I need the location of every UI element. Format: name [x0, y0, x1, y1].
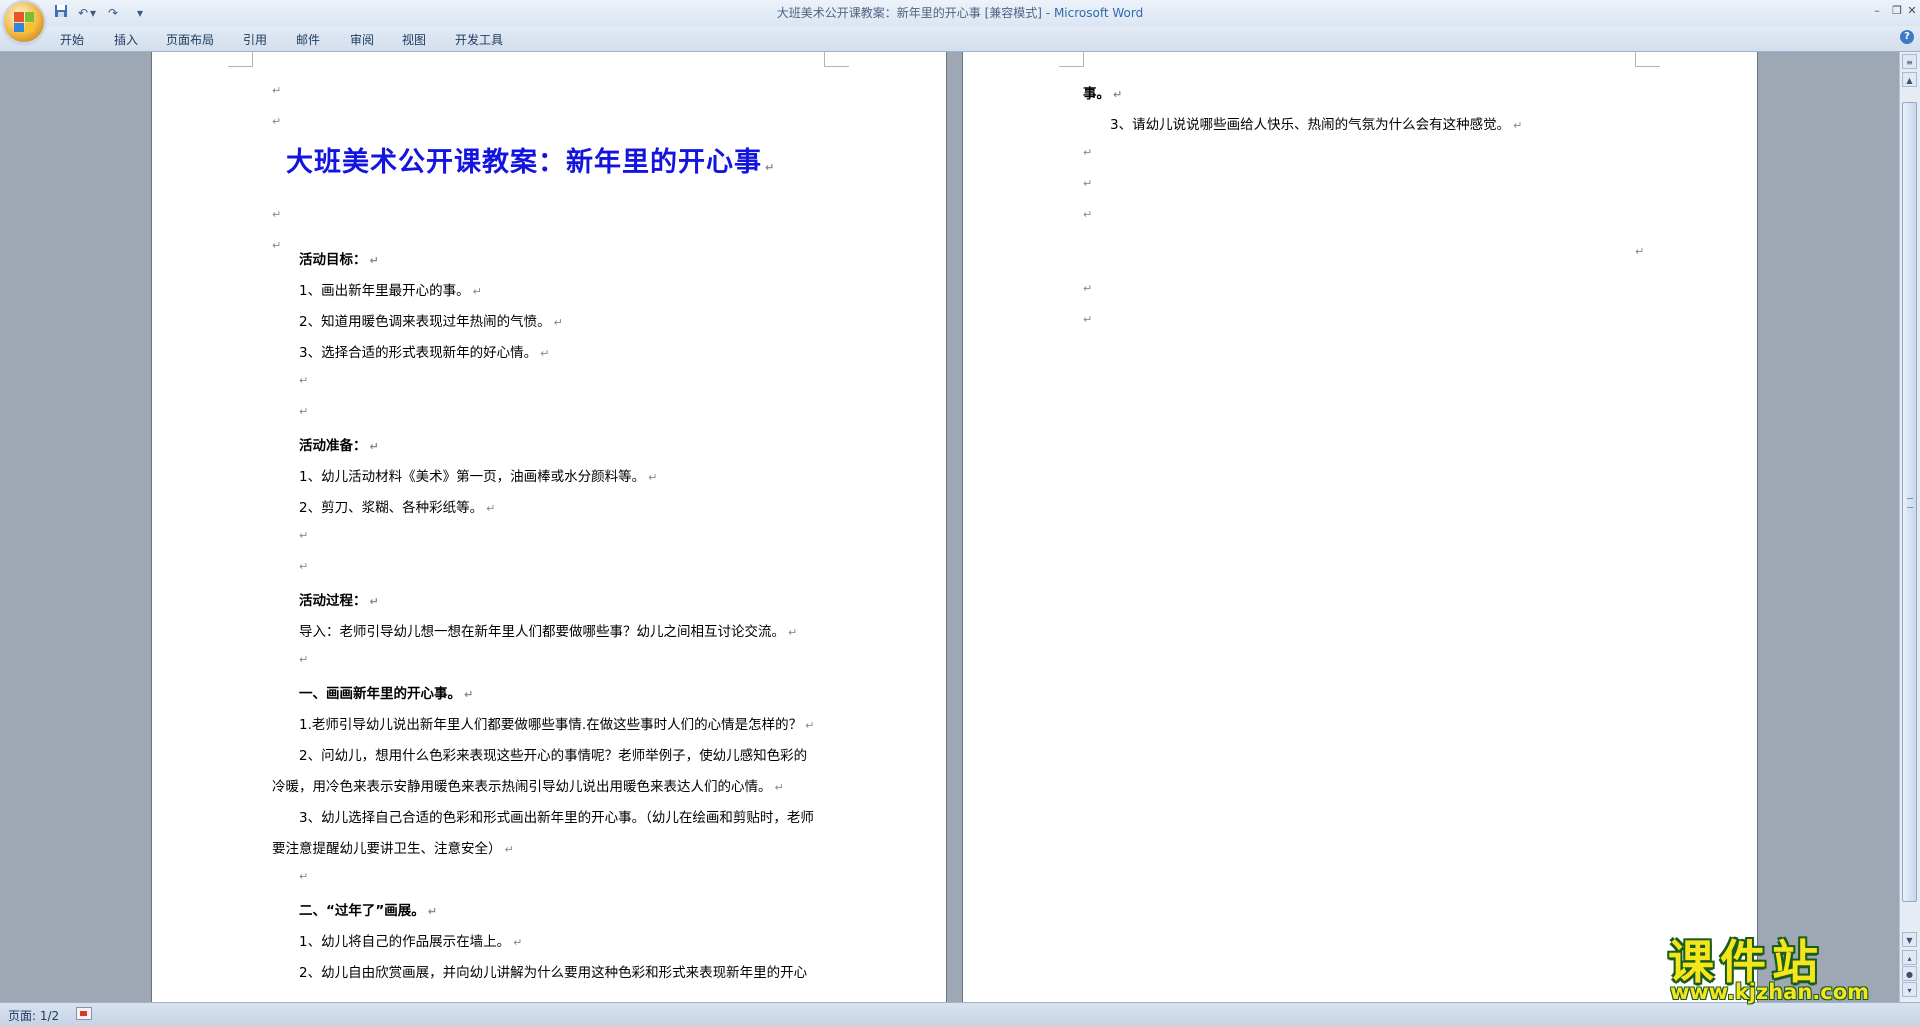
- margin-corner-mark: [824, 52, 849, 67]
- tab-page-layout[interactable]: 页面布局: [166, 31, 214, 48]
- close-icon[interactable]: ✕: [1904, 3, 1920, 19]
- paragraph-mark: ↵: [299, 405, 309, 418]
- paragraph-mark: ↵: [1083, 177, 1093, 190]
- section1-item: 3、幼儿选择自己合适的色彩和形式画出新年里的开心事。（幼儿在绘画和剪贴时，老师: [299, 810, 814, 826]
- ribbon-tab-bar: 开始 插入 页面布局 引用 邮件 审阅 视图 开发工具 ?: [0, 26, 1920, 52]
- tab-view[interactable]: 视图: [402, 31, 426, 48]
- office-logo-icon: [14, 12, 34, 32]
- paragraph-mark: ↵: [272, 84, 282, 97]
- paragraph-mark: ↵: [299, 529, 309, 542]
- paragraph-mark: ↵: [299, 374, 309, 387]
- paragraph-mark: ↵: [1083, 282, 1093, 295]
- goal-heading: 活动目标： ↵: [299, 252, 379, 268]
- paragraph-mark: ↵: [1083, 208, 1093, 221]
- grip-icon: [1907, 498, 1913, 508]
- tab-home[interactable]: 开始: [60, 31, 84, 48]
- paragraph-mark: ↵: [1083, 313, 1093, 326]
- paragraph-mark: ↵: [272, 115, 282, 128]
- goal-item: 1、画出新年里最开心的事。 ↵: [299, 283, 482, 299]
- section1-item: 2、问幼儿，想用什么色彩来表现这些开心的事情呢？老师举例子，使幼儿感知色彩的: [299, 748, 808, 764]
- window-title: 大班美术公开课教案：新年里的开心事 [兼容模式] - Microsoft Wor…: [776, 6, 1144, 20]
- section2-item: 1、幼儿将自己的作品展示在墙上。 ↵: [299, 934, 523, 950]
- continued-text: 事。 ↵: [1083, 86, 1123, 102]
- watermark-logo: 课件站 www.kjzhan.com: [1668, 926, 1898, 1008]
- document-page-1[interactable]: ↵ ↵ 大班美术公开课教案：新年里的开心事 ↵ ↵ ↵ 活动目标： ↵ 1、画出新年…: [152, 52, 946, 1002]
- margin-corner-mark: [228, 52, 253, 67]
- tab-references[interactable]: 引用: [243, 31, 267, 48]
- help-icon[interactable]: ?: [1900, 30, 1914, 44]
- scroll-thumb[interactable]: [1902, 102, 1917, 902]
- paragraph-mark: ↵: [1083, 146, 1093, 159]
- tab-mailings[interactable]: 邮件: [296, 31, 320, 48]
- document-page-2[interactable]: 事。 ↵ 3、请幼儿说说哪些画给人快乐、热闹的气氛为什么会有这种感觉。 ↵ ↵ ↵ …: [963, 52, 1757, 1002]
- tab-developer[interactable]: 开发工具: [455, 31, 503, 48]
- paragraph-mark: ↵: [272, 208, 282, 221]
- office-button[interactable]: [4, 2, 44, 42]
- next-page-icon[interactable]: ▾: [1902, 982, 1917, 997]
- document-area: ↵ ↵ 大班美术公开课教案：新年里的开心事 ↵ ↵ ↵ 活动目标： ↵ 1、画出新年…: [0, 52, 1900, 1002]
- section1-item: 要注意提醒幼儿要讲卫生、注意安全） ↵: [272, 841, 514, 857]
- browse-object-icon[interactable]: ●: [1902, 966, 1917, 981]
- paragraph-mark: ↵: [1635, 245, 1645, 258]
- section1-item: 冷暖，用冷色来表示安静用暖色来表示热闹引导幼儿说出用暖色来表达人们的心情。 ↵: [272, 779, 784, 795]
- document-title: 大班美术公开课教案：新年里的开心事 ↵: [286, 147, 776, 178]
- margin-corner-mark: [1635, 52, 1660, 67]
- prep-item: 2、剪刀、浆糊、各种彩纸等。 ↵: [299, 500, 496, 516]
- vertical-scrollbar[interactable]: ≡ ▲ ▼ ▴ ● ▾: [1899, 52, 1920, 1002]
- section1-heading: 一、画画新年里的开心事。 ↵: [299, 686, 474, 702]
- paragraph-mark: ↵: [299, 560, 309, 573]
- ruler-toggle-icon[interactable]: ≡: [1902, 54, 1917, 69]
- tab-insert[interactable]: 插入: [114, 31, 138, 48]
- title-bar: ↶ ▾ ↷ ▾ 大班美术公开课教案：新年里的开心事 [兼容模式] - Micro…: [0, 0, 1920, 42]
- watermark-url: www.kjzhan.com: [1670, 980, 1870, 1004]
- section2-item: 3、请幼儿说说哪些画给人快乐、热闹的气氛为什么会有这种感觉。 ↵: [1110, 117, 1523, 133]
- goal-item: 3、选择合适的形式表现新年的好心情。 ↵: [299, 345, 550, 361]
- section2-item: 2、幼儿自由欣赏画展，并向幼儿讲解为什么要用这种色彩和形式来表现新年里的开心: [299, 965, 808, 981]
- section2-heading: 二、“过年了”画展。 ↵: [299, 903, 437, 919]
- scroll-down-icon[interactable]: ▼: [1902, 932, 1917, 947]
- previous-page-icon[interactable]: ▴: [1902, 950, 1917, 965]
- page-count[interactable]: 页面: 1/2: [8, 1007, 59, 1024]
- paragraph-mark: ↵: [299, 653, 309, 666]
- tab-review[interactable]: 审阅: [350, 31, 374, 48]
- intro-text: 导入：老师引导幼儿想一想在新年里人们都要做哪些事？幼儿之间相互讨论交流。 ↵: [299, 624, 798, 640]
- proofing-icon[interactable]: [76, 1007, 92, 1020]
- margin-corner-mark: [1059, 52, 1084, 67]
- prep-heading: 活动准备： ↵: [299, 438, 379, 454]
- paragraph-mark: ↵: [299, 870, 309, 883]
- status-bar: 页面: 1/2: [0, 1002, 1920, 1026]
- goal-item: 2、知道用暖色调来表现过年热闹的气愤。 ↵: [299, 314, 563, 330]
- prep-item: 1、幼儿活动材料《美术》第一页，油画棒或水分颜料等。 ↵: [299, 469, 658, 485]
- process-heading: 活动过程： ↵: [299, 593, 379, 609]
- section1-item: 1.老师引导幼儿说出新年里人们都要做哪些事情.在做这些事时人们的心情是怎样的？ ↵: [299, 717, 815, 733]
- paragraph-mark: ↵: [272, 239, 282, 252]
- scroll-up-icon[interactable]: ▲: [1902, 72, 1917, 87]
- minimize-icon[interactable]: –: [1866, 3, 1888, 19]
